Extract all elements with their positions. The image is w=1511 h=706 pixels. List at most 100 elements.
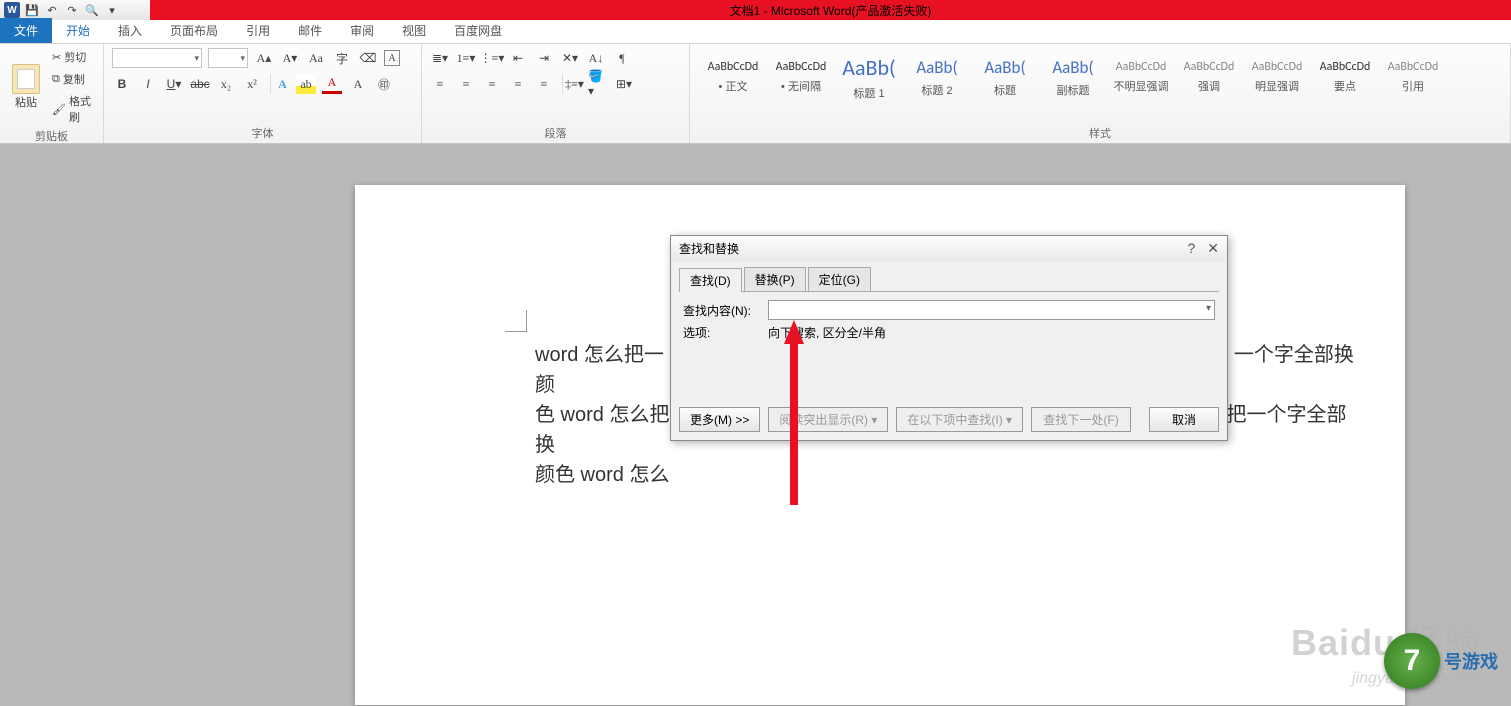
change-case-icon[interactable]: Aa [306,48,326,68]
style-preview: AaBb( [1052,57,1093,78]
style-preview: AaBbCcDd [1252,60,1303,74]
style-item[interactable]: AaBb(标题 2 [904,50,970,104]
styles-gallery[interactable]: AaBbCcDd• 正文AaBbCcDd• 无间隔AaBb(标题 1AaBb(标… [698,48,1502,106]
shading-icon[interactable]: 🪣▾ [588,74,608,94]
tab-view[interactable]: 视图 [388,18,440,43]
find-what-input[interactable] [768,300,1215,320]
font-size-combo[interactable] [208,48,248,68]
style-name-label: 标题 1 [853,85,884,101]
bold-icon[interactable]: B [112,74,132,94]
increase-indent-icon[interactable]: ⇥ [534,48,554,68]
undo-icon[interactable]: ↶ [44,2,60,18]
copy-button[interactable]: ⧉复制 [50,70,95,88]
borders-icon[interactable]: ⊞▾ [614,74,634,94]
multilevel-icon[interactable]: ⋮≡▾ [482,48,502,68]
italic-icon[interactable]: I [138,74,158,94]
char-border-icon[interactable]: A [384,50,400,66]
style-item[interactable]: AaBbCcDd 引用 [1380,50,1446,104]
ribbon-group-clipboard: 粘贴 ✂剪切 ⧉复制 🖌格式刷 剪贴板 [0,44,104,143]
dialog-tab-find[interactable]: 查找(D) [679,268,742,292]
find-next-button[interactable]: 查找下一处(F) [1031,407,1131,432]
tab-review[interactable]: 审阅 [336,18,388,43]
find-what-label: 查找内容(N): [683,302,768,319]
tab-mailings[interactable]: 邮件 [284,18,336,43]
redo-icon[interactable]: ↷ [64,2,80,18]
brush-icon: 🖌 [52,103,66,116]
style-item[interactable]: AaBbCcDd不明显强调 [1108,50,1174,104]
style-name-label: 明显强调 [1255,78,1299,94]
style-item[interactable]: AaBb(标题 [972,50,1038,104]
style-preview: AaBbCcDd [1388,60,1439,74]
strikethrough-icon[interactable]: abc [190,74,210,94]
tab-insert[interactable]: 插入 [104,18,156,43]
char-shading-icon[interactable]: A [348,74,368,94]
justify-icon[interactable]: ≡ [508,74,528,94]
scissors-icon: ✂ [52,51,61,64]
ribbon-group-font: A▴ A▾ Aa 字 ⌫ A B I U▾ abc x₂ x² A ab A A… [104,44,422,143]
margin-mark-tl [505,310,527,332]
font-family-combo[interactable] [112,48,202,68]
style-name-label: 标题 2 [921,82,952,98]
dialog-tabs: 查找(D) 替换(P) 定位(G) [671,261,1227,291]
tab-file[interactable]: 文件 [0,18,52,43]
font-color-icon[interactable]: A [322,74,342,94]
copy-icon: ⧉ [52,73,60,86]
dialog-tab-replace[interactable]: 替换(P) [744,267,806,291]
tab-pagelayout[interactable]: 页面布局 [156,18,232,43]
tab-baidu[interactable]: 百度网盘 [440,18,516,43]
style-item[interactable]: AaBbCcDd 明显强调 [1244,50,1310,104]
align-left-icon[interactable]: ≡ [430,74,450,94]
style-item[interactable]: AaBbCcDd• 无间隔 [768,50,834,104]
show-marks-icon[interactable]: ¶ [612,48,632,68]
reading-highlight-button[interactable]: 阅读突出显示(R) ▾ [768,407,888,432]
style-item[interactable]: AaBbCcDd要点 [1312,50,1378,104]
find-replace-dialog: 查找和替换 ? ✕ 查找(D) 替换(P) 定位(G) 查找内容(N): 选项:… [670,235,1228,441]
bullets-icon[interactable]: ≣▾ [430,48,450,68]
find-in-button[interactable]: 在以下项中查找(I) ▾ [896,407,1023,432]
text-effects-icon[interactable]: A [270,74,290,94]
asian-layout-icon[interactable]: ✕▾ [560,48,580,68]
align-center-icon[interactable]: ≡ [456,74,476,94]
style-preview: AaBbCcDd [1320,60,1371,74]
qat-extra-icon[interactable]: 🔍 [84,2,100,18]
style-item[interactable]: AaBb( 副标题 [1040,50,1106,104]
line-spacing-icon[interactable]: ‡≡▾ [562,74,582,94]
more-button[interactable]: 更多(M) >> [679,407,760,432]
phonetic-guide-icon[interactable]: 字 [332,48,352,68]
style-name-label: 引用 [1402,78,1424,94]
cut-button[interactable]: ✂剪切 [50,48,95,66]
tab-references[interactable]: 引用 [232,18,284,43]
align-right-icon[interactable]: ≡ [482,74,502,94]
save-icon[interactable]: 💾 [24,2,40,18]
tab-home[interactable]: 开始 [52,18,104,43]
dialog-tab-goto[interactable]: 定位(G) [808,267,871,291]
style-item[interactable]: AaBbCcDd• 正文 [700,50,766,104]
style-item[interactable]: AaBb(标题 1 [836,50,902,104]
style-name-label: 副标题 [1057,82,1090,98]
shrink-font-icon[interactable]: A▾ [280,48,300,68]
dialog-titlebar[interactable]: 查找和替换 ? ✕ [671,236,1227,261]
ribbon-group-styles: AaBbCcDd• 正文AaBbCcDd• 无间隔AaBb(标题 1AaBb(标… [690,44,1511,143]
grow-font-icon[interactable]: A▴ [254,48,274,68]
close-icon[interactable]: ✕ [1207,240,1219,257]
enclose-char-icon[interactable]: ㊞ [374,74,394,94]
word-app-icon[interactable]: W [4,2,20,18]
superscript-icon[interactable]: x² [242,74,262,94]
paste-button[interactable]: 粘贴 [8,62,44,112]
subscript-icon[interactable]: x₂ [216,74,236,94]
quick-access-toolbar: W 💾 ↶ ↷ 🔍 ▾ [0,2,124,18]
dialog-body: 查找内容(N): 选项: 向下搜索, 区分全/半角 [679,291,1219,399]
window-title: 文档1 - Microsoft Word(产品激活失败) [730,2,932,19]
qat-dropdown-icon[interactable]: ▾ [104,2,120,18]
decrease-indent-icon[interactable]: ⇤ [508,48,528,68]
distributed-icon[interactable]: ≡ [534,74,554,94]
help-icon[interactable]: ? [1187,240,1195,257]
style-item[interactable]: AaBbCcDd强调 [1176,50,1242,104]
cancel-button[interactable]: 取消 [1149,407,1219,432]
sort-icon[interactable]: A↓ [586,48,606,68]
format-painter-button[interactable]: 🖌格式刷 [50,92,95,126]
clear-format-icon[interactable]: ⌫ [358,48,378,68]
highlight-icon[interactable]: ab [296,74,316,94]
numbering-icon[interactable]: 1≡▾ [456,48,476,68]
underline-icon[interactable]: U▾ [164,74,184,94]
